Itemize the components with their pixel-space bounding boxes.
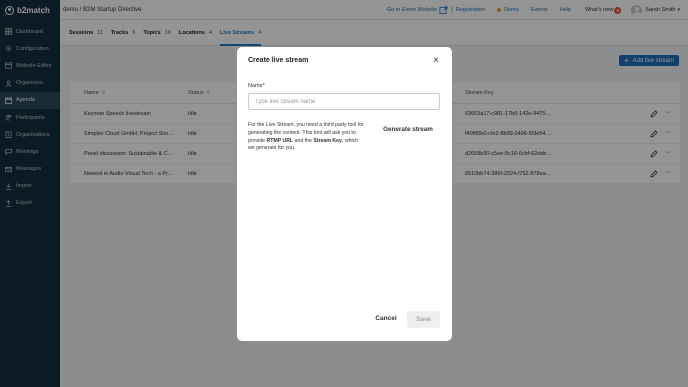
save-button[interactable]: Save (407, 311, 440, 328)
description-text: and the (293, 137, 314, 144)
close-icon[interactable]: × (433, 56, 439, 66)
dialog-description: For the Live Stream, you need a third pa… (248, 122, 366, 153)
cancel-button[interactable]: Cancel (365, 310, 407, 326)
dialog-title: Create live stream (248, 57, 309, 64)
description-rtmp: RTMP URL (266, 137, 294, 144)
description-stream-key: Stream Key (313, 137, 342, 144)
stream-name-input[interactable] (248, 93, 440, 110)
generate-stream-button[interactable]: Generate stream (377, 123, 439, 135)
name-field-label: Name* (248, 83, 265, 89)
create-live-stream-dialog: Create live stream × Name* For the Live … (237, 47, 452, 341)
